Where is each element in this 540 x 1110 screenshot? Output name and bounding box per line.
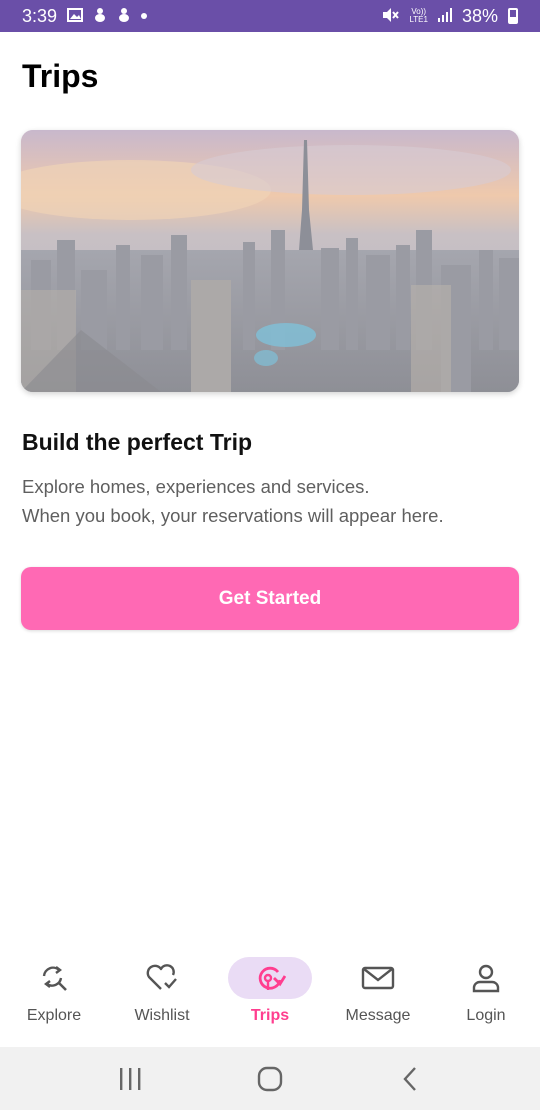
nav-icon-wrap-active [228,957,312,999]
nav-icon-wrap [444,957,528,999]
recent-apps-button[interactable] [100,1059,160,1099]
screen: 3:39 Vo)) LTE1 38% Trips Build the perfe… [0,0,540,1110]
nav-label-explore: Explore [26,1007,82,1024]
mute-icon [381,7,400,26]
status-right: Vo)) LTE1 38% [381,6,518,27]
nav-item-wishlist[interactable]: Wishlist [108,945,216,1047]
back-icon [403,1066,416,1091]
nav-label-login: Login [466,1007,506,1024]
bottom-nav: Explore Wishlist Trips Message Login [0,945,540,1047]
description: Explore homes, experiences and services.… [22,472,522,530]
nav-item-trips[interactable]: Trips [216,945,324,1047]
nav-label-message: Message [345,1007,411,1024]
trip-icon [258,966,286,990]
home-button[interactable] [240,1059,300,1099]
status-left: 3:39 [22,5,148,27]
nav-label-trips: Trips [250,1007,290,1024]
notification-icon [93,7,107,26]
status-bar: 3:39 Vo)) LTE1 38% [0,0,540,32]
system-nav-bar [0,1047,540,1110]
status-time: 3:39 [22,5,58,26]
recent-apps-icon [120,1067,141,1090]
user-icon [472,964,500,993]
nav-icon-wrap [336,957,420,999]
notification-icon [117,7,131,26]
mail-icon [361,966,395,990]
page-title: Trips [22,58,99,94]
image-icon [67,7,84,25]
battery-percent: 38% [461,5,498,26]
city-skyline-image [21,130,519,392]
description-line-2: When you book, your reservations will ap… [22,505,444,526]
home-icon [257,1066,283,1091]
nav-icon-wrap [12,957,96,999]
headline: Build the perfect Trip [22,429,253,455]
nav-label-wishlist: Wishlist [134,1007,190,1024]
description-line-1: Explore homes, experiences and services. [22,476,370,497]
nav-item-message[interactable]: Message [324,945,432,1047]
signal-icon [437,7,452,25]
explore-icon [42,966,67,991]
network-type: Vo)) LTE1 [409,8,428,24]
nav-icon-wrap [120,957,204,999]
heart-check-icon [146,964,177,990]
nav-item-explore[interactable]: Explore [0,945,108,1047]
battery-icon [508,8,518,24]
get-started-button[interactable]: Get Started [21,567,519,630]
nav-item-login[interactable]: Login [432,945,540,1047]
more-notifications-dot [141,13,148,19]
back-button[interactable] [380,1059,440,1099]
lte-label: LTE1 [409,15,428,24]
